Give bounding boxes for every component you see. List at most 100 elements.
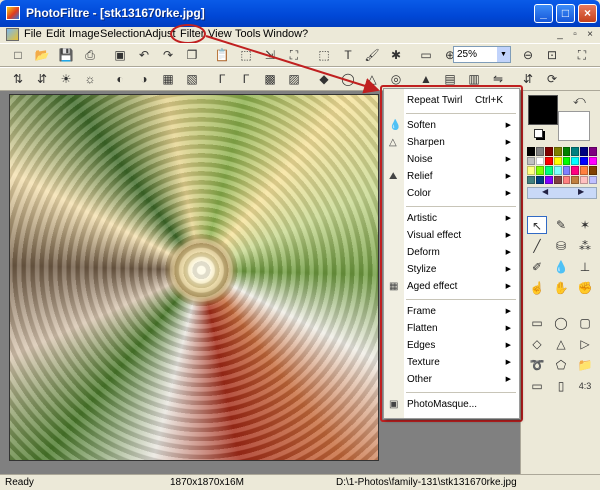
zoom-out-icon[interactable]: ⊖	[520, 47, 536, 63]
menu-item-artistic[interactable]: Artistic ▶	[384, 211, 519, 227]
ellipse-shape[interactable]: ◯	[551, 314, 571, 332]
flip-v-icon[interactable]: ⇵	[520, 71, 536, 87]
saturation-plus-icon[interactable]: ▦	[160, 71, 176, 87]
magic-wand-tool[interactable]: ✶	[575, 216, 595, 234]
paint-icon[interactable]: 🖌	[364, 47, 380, 63]
menu-item-other[interactable]: Other ▶	[384, 372, 519, 388]
print-icon[interactable]: ⎙	[82, 47, 98, 63]
menu-item-texture[interactable]: Texture ▶	[384, 355, 519, 371]
save-icon[interactable]: 💾	[58, 47, 74, 63]
menu-item-aged-effect[interactable]: ▦ Aged effect ▶	[384, 279, 519, 295]
palette-swatch[interactable]	[571, 166, 580, 175]
palette-swatch[interactable]	[535, 166, 544, 175]
spray-tool[interactable]: ⁂	[575, 237, 595, 255]
menu-item-frame[interactable]: Frame ▶	[384, 304, 519, 320]
palette-swatch[interactable]	[544, 175, 553, 184]
menu-item-sharpen[interactable]: △ Sharpen ▶	[384, 135, 519, 151]
palette-swatch[interactable]	[544, 147, 553, 156]
fullscreen-icon[interactable]: ⛶	[574, 47, 590, 63]
saturation-minus-icon[interactable]: ▧	[184, 71, 200, 87]
fit-icon[interactable]: ⊡	[544, 47, 560, 63]
palette-swatch[interactable]	[562, 147, 571, 156]
menu-edit[interactable]: Edit	[46, 27, 65, 43]
palette-swatch[interactable]	[562, 166, 571, 175]
menu-window[interactable]: Window	[263, 27, 302, 43]
close-button[interactable]: ×	[578, 4, 597, 23]
palette-swatch[interactable]	[535, 147, 544, 156]
menu-item-soften[interactable]: 💧 Soften ▶	[384, 118, 519, 134]
copy-icon[interactable]: ❐	[184, 47, 200, 63]
palette-prev-icon[interactable]: ◀	[542, 187, 548, 196]
sharpen-icon[interactable]: △	[364, 71, 380, 87]
sepia-icon[interactable]: ▨	[286, 71, 302, 87]
brightness-minus-icon[interactable]: ☼	[82, 71, 98, 87]
palette-swatch[interactable]	[527, 156, 535, 165]
menu-help[interactable]: ?	[302, 27, 308, 43]
palette-swatch[interactable]	[553, 147, 562, 156]
canvas-size-icon[interactable]: ⛶	[286, 47, 302, 63]
rotate-icon[interactable]: ⟳	[544, 71, 560, 87]
stretch-shape[interactable]: ▭	[527, 377, 547, 395]
menu-file[interactable]: File	[24, 27, 42, 43]
palette-swatch[interactable]	[527, 175, 535, 184]
palette-swatch[interactable]	[553, 175, 562, 184]
open-icon[interactable]: 📂	[34, 47, 50, 63]
menu-item-deform[interactable]: Deform ▶	[384, 245, 519, 261]
palette-swatch[interactable]	[527, 166, 535, 175]
image-size-icon[interactable]: ⇲	[262, 47, 278, 63]
menu-item-flatten[interactable]: Flatten ▶	[384, 321, 519, 337]
reset-colors-icon[interactable]	[534, 129, 543, 138]
right-triangle-shape[interactable]: ▷	[575, 335, 595, 353]
contrast-minus-icon[interactable]: ◑	[136, 71, 152, 87]
menu-item-relief[interactable]: ⛰ Relief ▶	[384, 169, 519, 185]
pointer-tool[interactable]: ↖	[527, 216, 547, 234]
text-icon[interactable]: T	[340, 47, 356, 63]
finger-tool[interactable]: ☝	[527, 279, 547, 297]
mdi-minimize-icon[interactable]: _	[554, 30, 566, 41]
palette-swatch[interactable]	[580, 166, 589, 175]
new-icon[interactable]: □	[10, 47, 26, 63]
menu-view[interactable]: View	[208, 27, 232, 43]
foreground-color[interactable]	[528, 95, 558, 125]
palette-swatch[interactable]	[580, 147, 589, 156]
image-canvas[interactable]	[9, 94, 379, 461]
mdi-restore-icon[interactable]: ▫	[569, 30, 581, 41]
menu-item-photomasque[interactable]: ▣ PhotoMasque...	[384, 397, 519, 413]
blur-tool[interactable]: 💧	[551, 258, 571, 276]
chevron-down-icon[interactable]: ▼	[497, 47, 510, 62]
select-all-icon[interactable]: ⬚	[316, 47, 332, 63]
palette-next-icon[interactable]: ▶	[578, 187, 584, 196]
window-icon[interactable]: ▭	[418, 47, 434, 63]
line-tool[interactable]: ╱	[527, 237, 547, 255]
palette-swatch[interactable]	[571, 147, 580, 156]
undo-icon[interactable]: ↶	[136, 47, 152, 63]
diamond-shape[interactable]: ◇	[527, 335, 547, 353]
document-icon[interactable]	[6, 28, 19, 41]
palette-swatch[interactable]	[544, 166, 553, 175]
grayscale-icon[interactable]: ▩	[262, 71, 278, 87]
menu-item-edges[interactable]: Edges ▶	[384, 338, 519, 354]
menu-item-color[interactable]: Color ▶	[384, 186, 519, 202]
auto-contrast-icon[interactable]: ⇵	[34, 71, 50, 87]
rounded-rect-shape[interactable]: ▢	[575, 314, 595, 332]
plugin-icon[interactable]: ✱	[388, 47, 404, 63]
palette-swatch[interactable]	[580, 175, 589, 184]
fit-shape[interactable]: ▯	[551, 377, 571, 395]
folder-shape[interactable]: 📁	[575, 356, 595, 374]
palette-swatch[interactable]	[527, 147, 535, 156]
palette-swatch[interactable]	[562, 175, 571, 184]
stamp-tool[interactable]: ⊥	[575, 258, 595, 276]
palette-swatch[interactable]	[535, 175, 544, 184]
triangle-shape[interactable]: △	[551, 335, 571, 353]
smudge-tool[interactable]: ✋	[551, 279, 571, 297]
palette-swatch[interactable]	[589, 147, 597, 156]
lasso-shape[interactable]: ➰	[527, 356, 547, 374]
palette-swatch[interactable]	[553, 166, 562, 175]
swap-colors-icon[interactable]: ⤺	[573, 93, 586, 108]
palette-swatch[interactable]	[589, 166, 597, 175]
palette-swatch[interactable]	[562, 156, 571, 165]
palette-swatch[interactable]	[580, 156, 589, 165]
auto-level-icon[interactable]: ⇅	[10, 71, 26, 87]
palette-swatch[interactable]	[571, 175, 580, 184]
pipette-tool[interactable]: ✎	[551, 216, 571, 234]
